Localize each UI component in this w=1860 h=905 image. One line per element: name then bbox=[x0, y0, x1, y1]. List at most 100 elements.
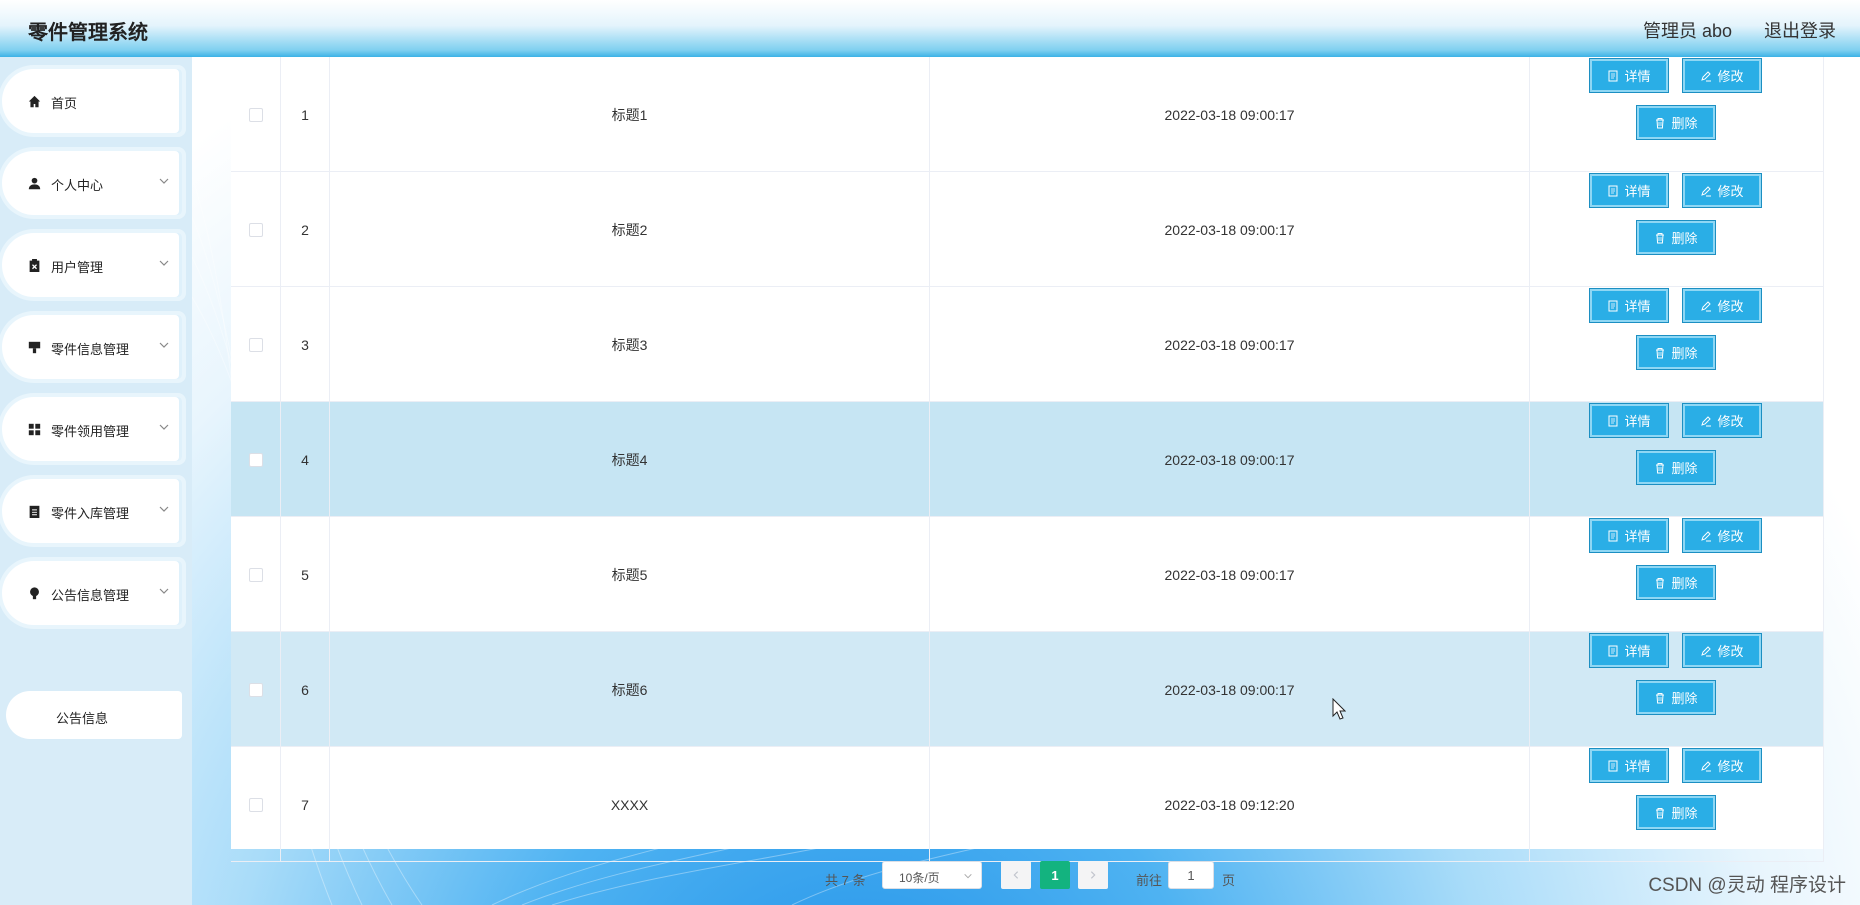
row-checkbox[interactable] bbox=[248, 452, 263, 467]
document-icon bbox=[1608, 530, 1618, 541]
goto-page-input[interactable] bbox=[1168, 861, 1214, 889]
edit-button[interactable]: 修改 bbox=[1683, 59, 1761, 92]
sidebar-item-notice[interactable]: 公告信息管理 bbox=[2, 561, 182, 625]
row-index: 4 bbox=[281, 402, 330, 517]
home-icon bbox=[28, 95, 41, 108]
delete-button-label: 删除 bbox=[1671, 806, 1698, 821]
edit-icon bbox=[1701, 300, 1712, 311]
sidebar-item-label: 公告信息管理 bbox=[51, 588, 130, 603]
trash-icon bbox=[1656, 232, 1665, 243]
edit-icon bbox=[1701, 185, 1712, 196]
delete-button[interactable]: 删除 bbox=[1637, 566, 1715, 599]
detail-button-label: 详情 bbox=[1624, 529, 1651, 544]
chevron-down-icon bbox=[159, 342, 169, 348]
delete-button[interactable]: 删除 bbox=[1637, 681, 1715, 714]
row-actions: 详情 修改删除 bbox=[1530, 287, 1824, 402]
row-actions: 详情 修改删除 bbox=[1530, 57, 1824, 172]
page-size-select[interactable]: 10条/页 bbox=[882, 861, 982, 889]
chevron-right-icon bbox=[1090, 871, 1096, 879]
sidebar-item-label: 个人中心 bbox=[51, 178, 104, 193]
row-index: 1 bbox=[281, 57, 330, 172]
sidebar-item-personal[interactable]: 个人中心 bbox=[2, 151, 182, 215]
edit-icon bbox=[1701, 760, 1712, 771]
row-index: 3 bbox=[281, 287, 330, 402]
page-number-current[interactable]: 1 bbox=[1040, 861, 1070, 889]
delete-button[interactable]: 删除 bbox=[1637, 336, 1715, 369]
delete-button[interactable]: 删除 bbox=[1637, 221, 1715, 254]
chevron-down-icon bbox=[159, 178, 169, 184]
user-icon bbox=[28, 177, 41, 190]
row-checkbox[interactable] bbox=[248, 567, 263, 582]
next-page-button[interactable] bbox=[1078, 861, 1108, 889]
document-icon bbox=[1608, 760, 1618, 771]
row-select-cell bbox=[231, 287, 281, 402]
row-time: 2022-03-18 09:00:17 bbox=[930, 632, 1530, 747]
detail-button[interactable]: 详情 bbox=[1590, 519, 1668, 552]
document-icon bbox=[1608, 185, 1618, 196]
detail-button[interactable]: 详情 bbox=[1590, 59, 1668, 92]
table-row: 1 标题1 2022-03-18 09:00:17 详情 修改 删除 bbox=[231, 57, 1824, 172]
clipboard-x-icon bbox=[29, 259, 40, 272]
table-row: 7 XXXX 2022-03-18 09:12:20 详情 修改 删除 bbox=[231, 747, 1824, 862]
delete-button[interactable]: 删除 bbox=[1637, 451, 1715, 484]
row-actions: 详情 修改删除 bbox=[1530, 172, 1824, 287]
delete-button[interactable]: 删除 bbox=[1637, 106, 1715, 139]
sidebar-item-label: 首页 bbox=[51, 96, 78, 111]
sidebar: 首页 个人中心 用户管理 零件信息管理 零件领用管理 零件入库管理 公告信息管理… bbox=[0, 57, 192, 905]
row-checkbox[interactable] bbox=[248, 797, 263, 812]
row-select-cell bbox=[231, 517, 281, 632]
chevron-down-icon bbox=[159, 588, 169, 594]
trash-icon bbox=[1656, 807, 1665, 818]
watermark: CSDN @灵动 程序设计 bbox=[1648, 875, 1846, 896]
trash-icon bbox=[1656, 347, 1665, 358]
prev-page-button[interactable] bbox=[1001, 861, 1031, 889]
grid-icon bbox=[28, 423, 41, 436]
row-checkbox[interactable] bbox=[248, 682, 263, 697]
row-title: 标题5 bbox=[330, 517, 930, 632]
row-actions: 详情 修改删除 bbox=[1530, 747, 1824, 862]
detail-button-label: 详情 bbox=[1624, 184, 1651, 199]
page-suffix-label: 页 bbox=[1222, 873, 1236, 888]
table-row: 6 标题6 2022-03-18 09:00:17 详情 修改 删除 bbox=[231, 632, 1824, 747]
sidebar-item-home[interactable]: 首页 bbox=[2, 69, 182, 133]
row-select-cell bbox=[231, 632, 281, 747]
sidebar-item-label: 零件信息管理 bbox=[51, 342, 130, 357]
sidebar-item-parts-stock[interactable]: 零件入库管理 bbox=[2, 479, 182, 543]
row-checkbox[interactable] bbox=[248, 222, 263, 237]
edit-icon bbox=[1701, 530, 1712, 541]
edit-button[interactable]: 修改 bbox=[1683, 519, 1761, 552]
sidebar-item-label: 零件入库管理 bbox=[51, 506, 130, 521]
edit-button-label: 修改 bbox=[1717, 184, 1744, 199]
row-title: 标题6 bbox=[330, 632, 930, 747]
detail-button[interactable]: 详情 bbox=[1590, 634, 1668, 667]
stamp-icon bbox=[28, 341, 41, 354]
delete-button[interactable]: 删除 bbox=[1637, 796, 1715, 829]
edit-button[interactable]: 修改 bbox=[1683, 174, 1761, 207]
detail-button-label: 详情 bbox=[1624, 299, 1651, 314]
sidebar-item-parts-use[interactable]: 零件领用管理 bbox=[2, 397, 182, 461]
row-time: 2022-03-18 09:00:17 bbox=[930, 287, 1530, 402]
row-select-cell bbox=[231, 747, 281, 862]
detail-button-label: 详情 bbox=[1624, 69, 1651, 84]
sidebar-item-parts-info[interactable]: 零件信息管理 bbox=[2, 315, 182, 379]
delete-button-label: 删除 bbox=[1671, 346, 1698, 361]
detail-button[interactable]: 详情 bbox=[1590, 749, 1668, 782]
row-checkbox[interactable] bbox=[248, 337, 263, 352]
detail-button[interactable]: 详情 bbox=[1590, 174, 1668, 207]
logout-link[interactable]: 退出登录 bbox=[1764, 17, 1836, 43]
row-title: 标题2 bbox=[330, 172, 930, 287]
current-user: 管理员 abo bbox=[1642, 21, 1732, 41]
row-checkbox[interactable] bbox=[248, 107, 263, 122]
detail-button[interactable]: 详情 bbox=[1590, 289, 1668, 322]
pagination: 共 7 条 10条/页 1 前往 页 bbox=[192, 859, 1860, 895]
sidebar-item-label: 用户管理 bbox=[51, 260, 104, 275]
row-title: 标题4 bbox=[330, 402, 930, 517]
edit-button[interactable]: 修改 bbox=[1683, 404, 1761, 437]
edit-button[interactable]: 修改 bbox=[1683, 749, 1761, 782]
edit-button[interactable]: 修改 bbox=[1683, 634, 1761, 667]
sidebar-item-users[interactable]: 用户管理 bbox=[2, 233, 182, 297]
sidebar-subitem-label: 公告信息 bbox=[56, 711, 109, 726]
detail-button[interactable]: 详情 bbox=[1590, 404, 1668, 437]
edit-button[interactable]: 修改 bbox=[1683, 289, 1761, 322]
sidebar-subitem-notice-info[interactable]: 公告信息 bbox=[6, 691, 182, 739]
